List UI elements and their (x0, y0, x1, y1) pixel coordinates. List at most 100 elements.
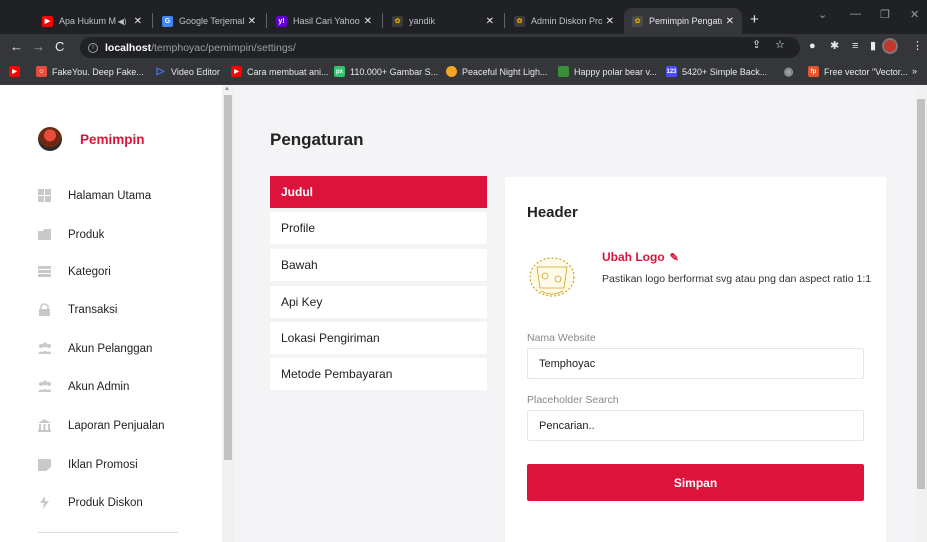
tab-metode-pembayaran[interactable]: Metode Pembayaran (270, 358, 487, 390)
sidebar-item-transaksi[interactable]: Transaksi (38, 303, 117, 316)
site-name-label: Nama Website (527, 332, 596, 344)
forward-icon[interactable]: → (32, 39, 45, 55)
divider (38, 532, 178, 533)
sidebar-item-akun-pelanggan[interactable]: Akun Pelanggan (38, 342, 152, 355)
more-bookmarks-icon[interactable]: » (912, 66, 917, 76)
globe-icon: ◉ (783, 66, 794, 78)
sidebar-item-iklan-promosi[interactable]: Iklan Promosi (38, 458, 138, 471)
audio-icon: ◀) (117, 16, 127, 26)
browser-tab[interactable]: ▶ Apa Hukum M ◀) ✕ (34, 8, 150, 34)
tab-judul[interactable]: Judul (270, 176, 487, 208)
close-icon[interactable]: ✕ (486, 16, 494, 27)
browser-tab[interactable]: G Google Terjemahan ✕ (154, 8, 264, 34)
bookmark-item[interactable]: ◉ (783, 66, 799, 78)
bookmark-item[interactable]: ▷ Video Editor (155, 66, 220, 77)
site-icon: ✿ (392, 15, 403, 27)
minimize-icon[interactable]: — (850, 8, 861, 20)
site-icon: fp (808, 66, 819, 77)
browser-tab[interactable]: ✿ yandik ✕ (384, 8, 502, 34)
close-window-icon[interactable]: ✕ (910, 8, 919, 21)
reload-icon[interactable]: C (55, 39, 64, 55)
tab-bawah[interactable]: Bawah (270, 249, 487, 281)
star-icon[interactable]: ☆ (775, 38, 785, 51)
browser-toolbar: ← → C i localhost/temphoyac/pemimpin/set… (0, 34, 927, 61)
sidebar-item-produk-diskon[interactable]: Produk Diskon (38, 496, 143, 509)
tab-lokasi-pengiriman[interactable]: Lokasi Pengiriman (270, 322, 487, 354)
site-name-input[interactable]: Temphoyac (527, 348, 864, 379)
fakeyou-icon: ☺ (36, 66, 47, 77)
page-title: Pengaturan (270, 130, 364, 149)
back-icon[interactable]: ← (10, 39, 23, 55)
tab-api-key[interactable]: Api Key (270, 286, 487, 318)
scrollbar-thumb[interactable] (224, 95, 232, 460)
bookmark-item[interactable]: ☺ FakeYou. Deep Fake... (36, 66, 144, 77)
card-icon (38, 458, 51, 471)
info-icon[interactable]: i (88, 42, 98, 53)
brand[interactable]: Pemimpin (38, 127, 145, 151)
menu-icon[interactable]: ⋮ (912, 40, 923, 53)
close-icon[interactable]: ✕ (606, 16, 614, 27)
extensions-icon[interactable]: ✱ (830, 40, 839, 53)
sidebar-item-akun-admin[interactable]: Akun Admin (38, 380, 129, 393)
site-logo (529, 257, 575, 297)
pixabay-icon: px (334, 66, 345, 77)
site-icon: 123 (666, 66, 677, 77)
bookmarks-bar: ▶ ☺ FakeYou. Deep Fake... ▷ Video Editor… (0, 61, 927, 85)
sidebar-item-halaman-utama[interactable]: Halaman Utama (38, 189, 151, 202)
google-translate-icon: G (162, 15, 173, 27)
reading-list-icon[interactable]: ≡ (852, 40, 858, 53)
browser-tab[interactable]: y! Hasil Cari Yahoo un ✕ (268, 8, 380, 34)
youtube-icon: ▶ (231, 66, 242, 77)
close-icon[interactable]: ✕ (726, 16, 734, 27)
play-icon: ▷ (156, 66, 165, 77)
tab-profile[interactable]: Profile (270, 212, 487, 244)
close-icon[interactable]: ✕ (248, 16, 256, 27)
lock-icon (38, 303, 51, 316)
sidebar-item-laporan-penjualan[interactable]: Laporan Penjualan (38, 419, 165, 432)
placeholder-search-label: Placeholder Search (527, 394, 619, 406)
sidebar: Pemimpin Halaman Utama Produk Kategori T… (0, 85, 222, 542)
bookmark-item[interactable]: ▶ (9, 66, 25, 77)
new-tab-icon[interactable]: + (750, 12, 759, 27)
scroll-up-icon[interactable]: ▲ (224, 86, 230, 92)
browser-tab-active[interactable]: ✿ Pemimpin Pengatur ✕ (624, 8, 742, 34)
address-bar[interactable]: i localhost/temphoyac/pemimpin/settings/ (80, 37, 800, 58)
bookmark-item[interactable]: ▶ Cara membuat ani... (231, 66, 329, 77)
side-panel-icon[interactable]: ▮ (870, 40, 876, 53)
close-icon[interactable]: ✕ (364, 16, 372, 27)
site-icon: ✿ (632, 15, 643, 27)
record-icon[interactable]: ● (809, 40, 816, 53)
sidebar-item-kategori[interactable]: Kategori (38, 265, 111, 278)
youtube-icon: ▶ (9, 66, 20, 77)
close-icon[interactable]: ✕ (134, 16, 142, 27)
bolt-icon (38, 496, 51, 509)
folder-icon (38, 228, 51, 241)
change-logo-button[interactable]: Ubah Logo ✎ (602, 250, 679, 264)
bookmark-item[interactable]: px 110.000+ Gambar S... (334, 66, 438, 77)
placeholder-search-input[interactable]: Pencarian.. (527, 410, 864, 441)
youtube-icon: ▶ (42, 15, 53, 27)
bookmark-item[interactable]: 123 5420+ Simple Back... (666, 66, 767, 77)
profile-avatar[interactable] (882, 38, 898, 54)
site-icon: ✿ (514, 15, 525, 27)
brand-name: Pemimpin (80, 131, 145, 147)
list-icon (38, 265, 51, 278)
logo-hint: Pastikan logo berformat svg atau png dan… (602, 273, 872, 285)
scrollbar-thumb[interactable] (917, 99, 925, 489)
browser-tab[interactable]: ✿ Admin Diskon Prod ✕ (506, 8, 622, 34)
sidebar-scrollbar[interactable]: ▲ (222, 85, 234, 542)
sidebar-item-produk[interactable]: Produk (38, 228, 104, 241)
bookmark-item[interactable]: fp Free vector "Vector... (808, 66, 908, 77)
share-icon[interactable]: ⇪ (752, 38, 761, 51)
bookmark-item[interactable]: Happy polar bear v... (558, 66, 657, 77)
dashboard-icon (38, 189, 51, 202)
users-icon (38, 342, 51, 355)
avatar (38, 127, 62, 151)
site-icon (558, 66, 569, 77)
bookmark-item[interactable]: Peaceful Night Ligh... (446, 66, 548, 77)
save-button[interactable]: Simpan (527, 464, 864, 501)
tab-search-icon[interactable]: ⌄ (818, 8, 827, 21)
restore-icon[interactable]: ❐ (880, 8, 890, 21)
page: Pemimpin Halaman Utama Produk Kategori T… (0, 85, 927, 542)
page-scrollbar[interactable] (915, 85, 927, 542)
